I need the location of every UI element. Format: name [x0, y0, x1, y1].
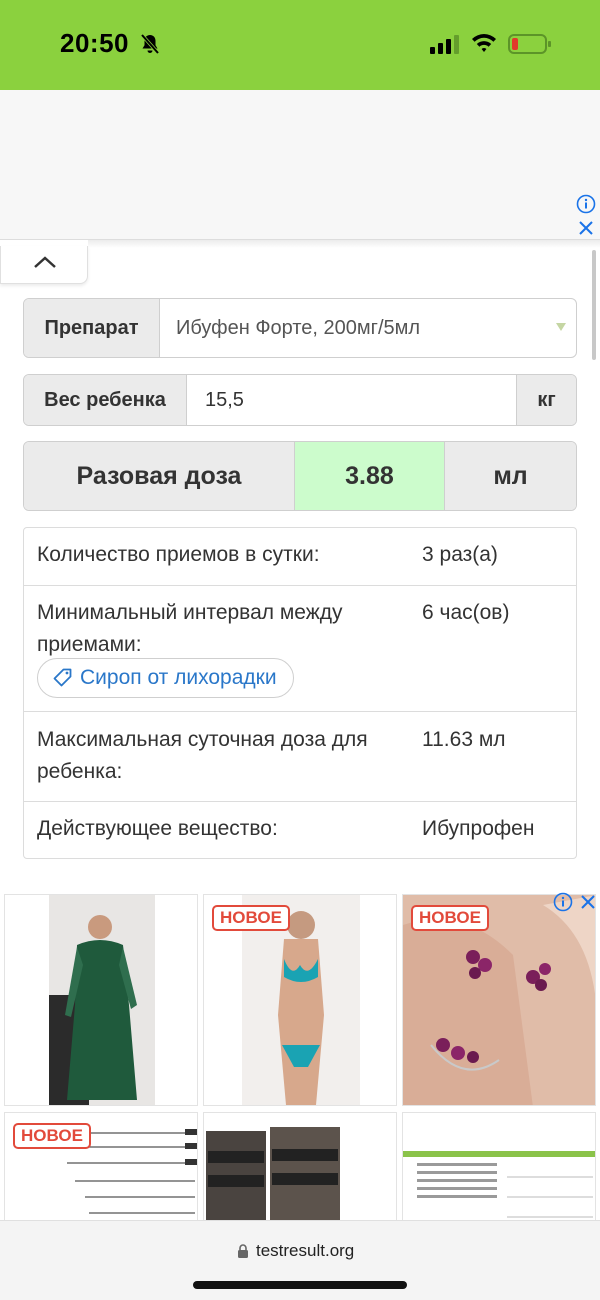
- drug-select-value: Ибуфен Форте, 200мг/5мл: [176, 316, 421, 339]
- page-scrollbar[interactable]: [592, 250, 596, 360]
- max-daily-dose-value: 11.63 мл: [422, 728, 506, 751]
- divider-shadow: [88, 240, 600, 248]
- ad-info-icon[interactable]: [553, 892, 573, 912]
- tag-icon: [53, 668, 72, 687]
- ad-card-fishing-rods[interactable]: НОВОЕ: [4, 1112, 198, 1222]
- fever-syrup-tag[interactable]: Сироп от лихорадки: [37, 658, 294, 698]
- dropdown-arrow-icon: [556, 323, 566, 331]
- interval-label: Минимальный интервал между приемами:: [37, 601, 343, 656]
- status-bar: 20:50: [0, 0, 600, 90]
- interval-value: 6 час(ов): [422, 601, 510, 624]
- weight-label: Вес ребенка: [24, 375, 187, 425]
- drug-select[interactable]: Ибуфен Форте, 200мг/5мл: [160, 299, 576, 357]
- ad-card-dress[interactable]: [4, 894, 198, 1106]
- browser-url-bar[interactable]: testresult.org: [0, 1220, 600, 1300]
- active-substance-label: Действующее вещество:: [37, 817, 278, 840]
- drug-row: Препарат Ибуфен Форте, 200мг/5мл: [23, 298, 577, 358]
- new-badge: НОВОЕ: [13, 1123, 91, 1149]
- intake-count-label: Количество приемов в сутки:: [37, 543, 320, 566]
- battery-low-icon: [508, 34, 551, 54]
- ad-card-document[interactable]: [402, 1112, 596, 1222]
- ad-card-swimsuit[interactable]: НОВОЕ: [203, 894, 397, 1106]
- weight-unit: кг: [516, 375, 576, 425]
- new-badge: НОВОЕ: [212, 905, 290, 931]
- signal-icon: [430, 35, 459, 54]
- dose-row: Разовая доза 3.88 мл: [23, 441, 577, 511]
- ad-card-rings[interactable]: НОВОЕ: [402, 894, 596, 1106]
- weight-row: Вес ребенка 15,5 кг: [23, 374, 577, 426]
- dose-unit: мл: [445, 442, 576, 510]
- dose-value: 3.88: [295, 442, 445, 510]
- fever-syrup-tag-label: Сироп от лихорадки: [80, 666, 277, 689]
- intake-count-value: 3 раз(а): [422, 543, 498, 566]
- wifi-icon: [472, 34, 496, 52]
- ad-card-felt-boots[interactable]: [203, 1112, 397, 1222]
- dose-label: Разовая доза: [24, 442, 295, 510]
- collapse-ad-button[interactable]: [0, 246, 88, 284]
- url-text: testresult.org: [256, 1241, 355, 1260]
- weight-input[interactable]: 15,5: [187, 375, 516, 425]
- lock-icon: [238, 1244, 248, 1258]
- max-daily-dose-label: Максимальная суточная доза для ребенка:: [37, 728, 368, 783]
- bell-muted-icon: [140, 33, 160, 55]
- chevron-up-icon: [34, 256, 56, 268]
- status-time: 20:50: [60, 28, 129, 58]
- green-dress-image: [5, 895, 197, 1105]
- ad-info-icon[interactable]: [576, 194, 596, 214]
- top-ad-banner[interactable]: [0, 90, 600, 240]
- ad-close-icon[interactable]: [578, 892, 598, 912]
- home-indicator[interactable]: [193, 1281, 407, 1289]
- ad-close-icon[interactable]: [576, 218, 596, 238]
- new-badge: НОВОЕ: [411, 905, 489, 931]
- active-substance-value: Ибупрофен: [422, 817, 535, 840]
- felt-boots-image: [204, 1113, 396, 1221]
- document-image: [403, 1113, 595, 1221]
- drug-label: Препарат: [24, 299, 160, 357]
